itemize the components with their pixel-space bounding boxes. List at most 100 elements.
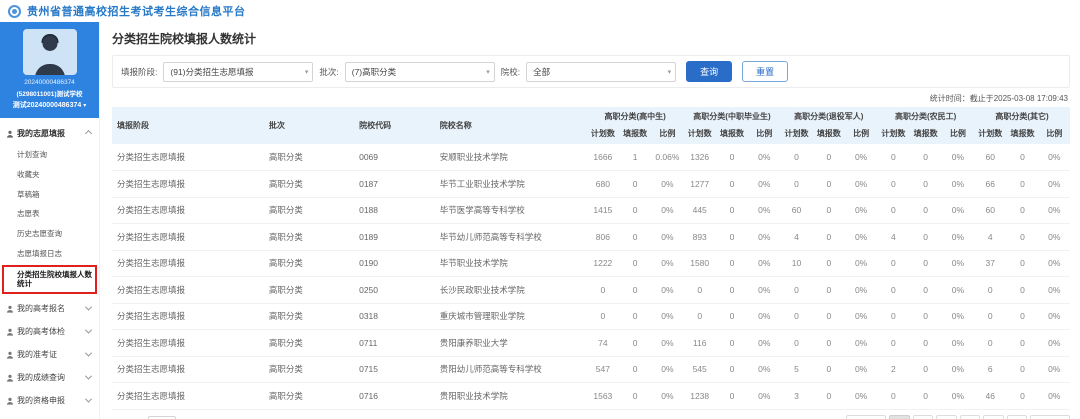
value-cell: 0% (748, 144, 780, 171)
code-cell: 0069 (354, 144, 435, 171)
sidebar-item-4[interactable]: 历史志愿查询 (0, 224, 99, 244)
stage-filter-label: 填报阶段: (121, 66, 157, 78)
table-row: 分类招生志愿填报高职分类0189毕节幼儿师范高等专科学校80600%89300%… (112, 224, 1070, 251)
table-header-row-groups: 填报阶段批次院校代码院校名称高职分类(高中生)高职分类(中职毕业生)高职分类(退… (112, 107, 1070, 125)
sidebar-item-6-active[interactable]: 分类招生院校填报人数统计 (2, 265, 97, 295)
stage-cell: 分类招生志愿填报 (112, 330, 264, 357)
value-cell: 0 (684, 277, 716, 304)
stats-time: 统计时间：截止于2025-03-08 17:09:43 (112, 88, 1070, 107)
name-cell: 贵阳职业技术学院 (435, 383, 587, 410)
value-cell: 0 (910, 171, 942, 198)
person-icon (6, 351, 14, 359)
page-button-2[interactable]: 2 (913, 415, 933, 419)
chevron-down-icon (85, 350, 92, 357)
chevron-down-icon (85, 304, 92, 311)
next-page-button[interactable]: 下一页 (1030, 415, 1070, 419)
user-account-dropdown[interactable]: 测试20240000486374 ▾ (2, 100, 97, 110)
sidebar-item-1[interactable]: 收藏夹 (0, 165, 99, 185)
sidebar-item-2[interactable]: 草稿箱 (0, 185, 99, 205)
value-cell: 0% (845, 197, 877, 224)
sidebar-item-0[interactable]: 计划查询 (0, 145, 99, 165)
page-button-4[interactable]: 4 (960, 415, 980, 419)
value-cell: 0 (910, 250, 942, 277)
batch-select[interactable]: (7)高职分类 ▾ (345, 62, 495, 82)
value-cell: 0% (651, 171, 683, 198)
value-cell: 1666 (587, 144, 619, 171)
code-cell: 0190 (354, 250, 435, 277)
code-cell: 0250 (354, 277, 435, 304)
batch-cell: 高职分类 (264, 224, 354, 251)
value-cell: 0 (716, 144, 748, 171)
value-cell: 0% (651, 330, 683, 357)
batch-cell: 高职分类 (264, 330, 354, 357)
value-cell: 0% (1039, 144, 1070, 171)
value-cell: 0 (877, 250, 909, 277)
sidebar-section-my-volunteer[interactable]: 我的志愿填报 (0, 122, 99, 145)
user-id: 20240000486374 (2, 79, 97, 86)
sidebar-item-3[interactable]: 志愿表 (0, 204, 99, 224)
table-footer: 每页显示 10 ▾ 条数据 当前第 1 页，共 6 页 (全部记录数 54 条)… (112, 410, 1070, 419)
sub-header: 比例 (845, 125, 877, 144)
pagination: 上一页 123456 下一页 (846, 415, 1070, 419)
group-header: 高职分类(中职毕业生) (684, 107, 781, 125)
value-cell: 0% (651, 383, 683, 410)
stage-select[interactable]: (91)分类招生志愿填报 ▾ (163, 62, 313, 82)
reset-button[interactable]: 重置 (742, 61, 788, 82)
value-cell: 0% (1039, 356, 1070, 383)
sidebar-section-collapsed-3[interactable]: 我的成绩查询 (0, 366, 99, 389)
value-cell: 0 (716, 224, 748, 251)
sidebar-section-collapsed-5[interactable]: 我的录取结果 (0, 412, 99, 419)
value-cell: 0 (587, 277, 619, 304)
value-cell: 0 (877, 197, 909, 224)
value-cell: 0% (748, 277, 780, 304)
college-select[interactable]: 全部 ▾ (526, 62, 676, 82)
value-cell: 116 (684, 330, 716, 357)
value-cell: 0% (1039, 171, 1070, 198)
value-cell: 0 (974, 277, 1006, 304)
value-cell: 0% (942, 224, 974, 251)
person-icon (6, 374, 14, 382)
page-button-5[interactable]: 5 (983, 415, 1003, 419)
page-size-select[interactable]: 10 ▾ (148, 416, 176, 419)
value-cell: 0% (845, 277, 877, 304)
sidebar-section-collapsed-0[interactable]: 我的高考报名 (0, 297, 99, 320)
table-row: 分类招生志愿填报高职分类0250长沙民政职业技术学院000%000%000%00… (112, 277, 1070, 304)
value-cell: 0% (1039, 250, 1070, 277)
value-cell: 0 (910, 197, 942, 224)
page-button-3[interactable]: 3 (936, 415, 956, 419)
page-button-6[interactable]: 6 (1007, 415, 1027, 419)
sidebar-section-collapsed-2[interactable]: 我的准考证 (0, 343, 99, 366)
sidebar-section-collapsed-1[interactable]: 我的高考体检 (0, 320, 99, 343)
sidebar-item-5[interactable]: 志愿填报日志 (0, 244, 99, 264)
sub-header: 计划数 (780, 125, 812, 144)
sidebar: 20240000486374 (5298011001)测试学校 测试202400… (0, 22, 100, 419)
value-cell: 4 (974, 224, 1006, 251)
value-cell: 0 (877, 330, 909, 357)
sidebar-section-collapsed-4[interactable]: 我的资格申报 (0, 389, 99, 412)
page-button-1[interactable]: 1 (889, 415, 909, 419)
column-header: 院校名称 (435, 107, 587, 144)
value-cell: 0% (845, 383, 877, 410)
value-cell: 0 (1006, 303, 1038, 330)
group-header: 高职分类(高中生) (587, 107, 684, 125)
value-cell: 0 (1006, 383, 1038, 410)
value-cell: 0 (813, 171, 845, 198)
value-cell: 0% (845, 250, 877, 277)
table-row: 分类招生志愿填报高职分类0190毕节职业技术学院122200%158000%10… (112, 250, 1070, 277)
college-filter-label: 院校: (501, 66, 520, 78)
name-cell: 贵阳康养职业大学 (435, 330, 587, 357)
value-cell: 0% (1039, 197, 1070, 224)
value-cell: 0% (1039, 330, 1070, 357)
value-cell: 0 (974, 303, 1006, 330)
stage-cell: 分类招生志愿填报 (112, 197, 264, 224)
name-cell: 毕节医学高等专科学校 (435, 197, 587, 224)
prev-page-button[interactable]: 上一页 (846, 415, 886, 419)
value-cell: 0% (748, 330, 780, 357)
value-cell: 0 (619, 224, 651, 251)
value-cell: 0 (877, 144, 909, 171)
code-cell: 0715 (354, 356, 435, 383)
query-button[interactable]: 查询 (686, 61, 732, 82)
value-cell: 0% (942, 250, 974, 277)
value-cell: 0 (619, 171, 651, 198)
value-cell: 0 (780, 171, 812, 198)
